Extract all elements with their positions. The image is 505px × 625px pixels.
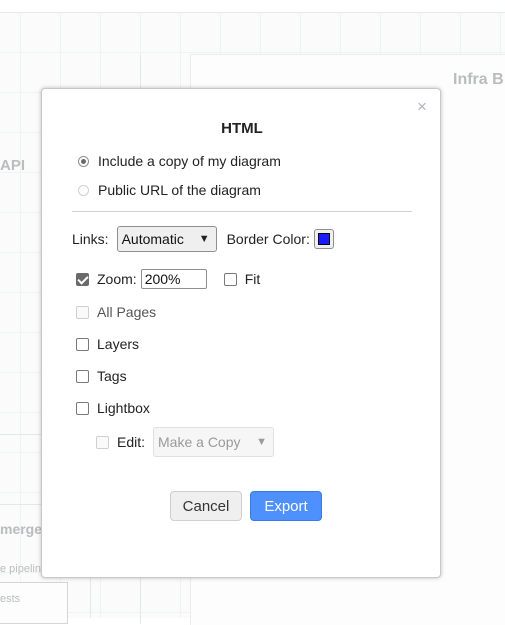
- background-api-label: API: [0, 157, 26, 174]
- html-export-dialog: × HTML Include a copy of my diagram Publ…: [41, 88, 441, 578]
- dialog-title: HTML: [221, 120, 263, 137]
- cancel-button[interactable]: Cancel: [170, 491, 242, 521]
- lightbox-checkbox[interactable]: [76, 401, 89, 415]
- background-guide-line: [90, 578, 91, 618]
- radio-include-copy[interactable]: Include a copy of my diagram: [78, 153, 281, 169]
- border-color-label: Border Color:: [226, 231, 310, 247]
- background-guide-line: [0, 504, 42, 505]
- tags-checkbox[interactable]: [76, 369, 89, 383]
- radio-button[interactable]: [78, 184, 89, 196]
- chevron-down-icon: ▼: [256, 436, 268, 448]
- background-panel-title: Infra B: [453, 71, 504, 88]
- zoom-checkbox[interactable]: [76, 272, 89, 286]
- links-label: Links:: [72, 231, 109, 247]
- border-color-picker[interactable]: [313, 229, 334, 249]
- chevron-down-icon: ▼: [198, 233, 210, 245]
- zoom-input[interactable]: 200%: [140, 269, 207, 289]
- background-guide-line: [0, 434, 42, 435]
- background-tests-label: ests: [0, 593, 21, 605]
- edit-checkbox[interactable]: [96, 435, 109, 449]
- edit-row: Edit: Make a Copy ▼: [96, 427, 275, 457]
- background-merge-label: merge: [0, 521, 43, 537]
- section-divider: [72, 211, 412, 212]
- links-select[interactable]: Automatic ▼: [116, 226, 217, 252]
- tags-row: Tags: [76, 368, 127, 384]
- radio-public-url[interactable]: Public URL of the diagram: [78, 182, 261, 198]
- zoom-label: Zoom:: [97, 271, 137, 287]
- layers-label: Layers: [97, 336, 140, 352]
- edit-label: Edit:: [117, 434, 146, 450]
- background-pipeline-label: e pipelin: [0, 563, 41, 575]
- close-icon[interactable]: ×: [414, 98, 430, 115]
- lightbox-label: Lightbox: [97, 400, 150, 416]
- links-select-value: Automatic: [121, 231, 184, 247]
- tags-label: Tags: [97, 368, 127, 384]
- radio-button-selected[interactable]: [78, 155, 89, 167]
- layers-row: Layers: [76, 336, 139, 352]
- edit-select-value: Make a Copy: [158, 434, 241, 450]
- edit-select[interactable]: Make a Copy ▼: [153, 427, 275, 457]
- fit-checkbox[interactable]: [223, 272, 237, 286]
- links-row: Links: Automatic ▼ Border Color:: [72, 226, 334, 252]
- fit-label: Fit: [244, 271, 261, 287]
- all-pages-row: All Pages: [76, 304, 156, 320]
- radio-label: Include a copy of my diagram: [98, 153, 281, 169]
- layers-checkbox[interactable]: [76, 337, 89, 351]
- radio-label: Public URL of the diagram: [98, 182, 261, 198]
- zoom-row: Zoom: 200% Fit: [76, 269, 260, 289]
- lightbox-row: Lightbox: [76, 400, 150, 416]
- border-color-swatch: [317, 233, 330, 245]
- all-pages-label: All Pages: [97, 304, 157, 320]
- canvas-top-strip: [0, 0, 505, 13]
- all-pages-checkbox[interactable]: [76, 305, 89, 319]
- export-button[interactable]: Export: [250, 491, 322, 521]
